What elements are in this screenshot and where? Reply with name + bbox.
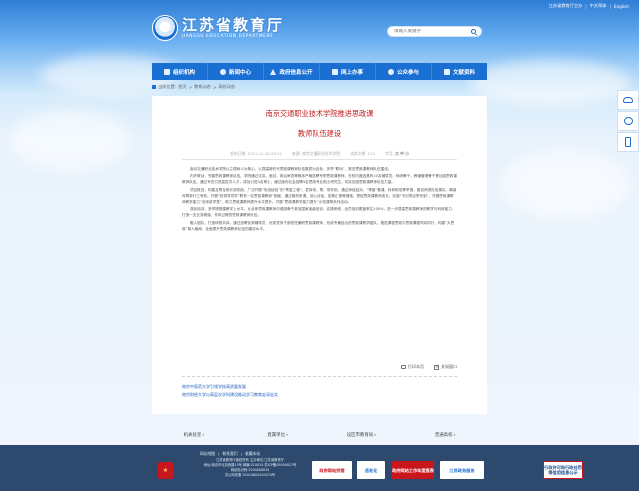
separator: | xyxy=(585,3,587,9)
service-icon xyxy=(331,68,338,75)
top-links: 江苏省教育厅主办 | 中文简体 | English xyxy=(549,3,629,9)
print-label: 打印本页 xyxy=(408,364,424,369)
related-link[interactable]: 南京财经大学以高层次学科建设推动学习教育走深走实 xyxy=(182,391,278,399)
footer-link-bar: 机关处室 直属单位 设区市教育局 普通高校 xyxy=(152,425,487,445)
paragraph: 融入团队，打造研修共体。通过选聘优秀辅导员、优秀党务干部担任兼职思政课教师，形成… xyxy=(182,220,455,231)
paragraph: 项目推进，构建互帮互助长效机制。广泛开展“传送经验”的“青蓝工程”，发挥传、帮、… xyxy=(182,187,457,205)
nav-item-service[interactable]: 网上办事 xyxy=(320,63,376,80)
side-mobile-button[interactable] xyxy=(617,132,639,152)
nav-label: 政府信息公开 xyxy=(279,69,313,76)
footer-dropdown-city-bureaus[interactable]: 设区市教育局 xyxy=(320,425,404,445)
badge-annual-report[interactable]: 政府网站工作年度报表 xyxy=(392,461,434,479)
gov-info-icon xyxy=(270,68,277,75)
news-icon xyxy=(219,68,226,75)
home-icon xyxy=(152,85,156,89)
printer-icon xyxy=(401,365,406,369)
separator: | xyxy=(609,3,611,9)
phone-icon xyxy=(625,137,631,147)
article-card: 南京交通职业技术学院推进思政课 教师队伍建设 发布日期: 2021-11-18 … xyxy=(152,96,487,414)
nav-label: 新闻中心 xyxy=(228,69,251,76)
footer-dropdown-universities[interactable]: 普通高校 xyxy=(403,425,487,445)
nav-item-public[interactable]: 公众参与 xyxy=(376,63,432,80)
nav-item-news[interactable]: 新闻中心 xyxy=(208,63,264,80)
breadcrumb-label: 当前位置: xyxy=(158,84,177,89)
sitemap-link[interactable]: 网站地图 xyxy=(200,451,215,457)
close-window-button[interactable]: 关闭窗口 xyxy=(434,364,457,370)
nav-label: 组织机构 xyxy=(172,69,195,76)
badge-jiangsu-service[interactable]: 江苏政务服务 xyxy=(440,461,484,479)
docs-icon xyxy=(443,68,450,75)
divider xyxy=(182,376,457,377)
close-icon xyxy=(434,364,439,370)
article-meta: 发布日期: 2021-11-18 09:21 来源: 南京交通职业技术学院 浏览… xyxy=(152,151,487,157)
site-footer: 网站地图 | 联系我们 | 收藏本站 江苏省教育厅版权所有 主办单位:江苏省教育厅 … xyxy=(0,445,639,491)
org-icon xyxy=(163,68,170,75)
search-input[interactable] xyxy=(394,29,464,34)
article-title-line1: 南京交通职业技术学院推进思政课 xyxy=(265,109,374,118)
nav-item-gov-info[interactable]: 政府信息公开 xyxy=(264,63,320,80)
paragraph: 强化培训，多举措搭建教学上水平。从全体思政课教师中遴选骨干参加国家省级培训，实践… xyxy=(182,207,456,218)
breadcrumb-section[interactable]: 教育动态 xyxy=(194,84,211,90)
badge-credit-info[interactable]: 行政许可和行政处罚等信用信息公示 xyxy=(543,461,583,479)
site-logo[interactable]: 江苏省教育厅 JIANGSU EDUCATION DEPARTMENT xyxy=(152,15,284,41)
lang-zh-link[interactable]: 中文简体 xyxy=(590,3,607,9)
meta-date: 发布日期: 2021-11-18 09:21 xyxy=(230,151,282,156)
meta-views: 浏览次数: 113 xyxy=(350,151,375,156)
bookmark-link[interactable]: 收藏本站 xyxy=(245,451,260,457)
logo-subtitle: JIANGSU EDUCATION DEPARTMENT xyxy=(182,34,274,39)
article-actions: 打印本页 关闭窗口 xyxy=(401,364,457,370)
meta-size-label: 字号: xyxy=(384,151,394,156)
search-icon[interactable] xyxy=(471,29,476,34)
chat-icon xyxy=(623,117,633,125)
paragraph: 内外联动，完善思政课教师队伍。学院通过试讲、面试、政治审查等程序严格选聘专职思政… xyxy=(182,174,457,185)
footer-dropdown-departments[interactable]: 机关处室 xyxy=(152,425,236,445)
host-link[interactable]: 江苏省教育厅主办 xyxy=(549,3,583,9)
nav-label: 文献资料 xyxy=(452,69,475,76)
badge-find-error[interactable]: 政府网站找错 xyxy=(312,461,352,479)
footer-dropdown-units[interactable]: 直属单位 xyxy=(236,425,320,445)
breadcrumb: 当前位置: 首页 > 教育动态 > 高校动态 xyxy=(152,84,235,90)
nav-item-org[interactable]: 组织机构 xyxy=(152,63,208,80)
nav-label: 网上办事 xyxy=(340,69,363,76)
breadcrumb-current[interactable]: 高校动态 xyxy=(218,84,235,90)
breadcrumb-home[interactable]: 首页 xyxy=(178,84,186,90)
print-button[interactable]: 打印本页 xyxy=(401,364,424,370)
footer-links: 网站地图 | 联系我们 | 收藏本站 xyxy=(200,451,261,457)
search-box xyxy=(387,26,482,37)
side-chat-button[interactable] xyxy=(617,111,639,131)
nav-item-docs[interactable]: 文献资料 xyxy=(432,63,487,80)
side-weather-button[interactable] xyxy=(617,90,639,110)
footer-info: 江苏省教育厅版权所有 主办单位:江苏省教育厅 地址:南京市北京西路15号 邮编:… xyxy=(180,458,320,478)
related-link[interactable]: 南京中医药大学引领学校高质量发展 xyxy=(182,383,278,391)
divider xyxy=(182,159,457,160)
paragraph: 南京交通职业技术学院以立德树人为核心，以提高新时代思政课教师队伍素质为目标，多举… xyxy=(190,167,392,171)
logo-title: 江苏省教育厅 xyxy=(182,16,285,34)
related-links: 南京中医药大学引领学校高质量发展 南京财经大学以高层次学科建设推动学习教育走深走… xyxy=(182,383,278,399)
main-nav: 组织机构 新闻中心 政府信息公开 网上办事 公众参与 文献资料 xyxy=(152,63,487,80)
font-size-switch[interactable]: 大 中 小 xyxy=(395,151,409,156)
nav-label: 公众参与 xyxy=(396,69,419,76)
party-gov-badge-icon[interactable]: ★ xyxy=(158,462,173,479)
footer-info-line: 苏公网安备 32010602010070号 xyxy=(224,473,276,477)
lang-en-link[interactable]: English xyxy=(614,4,629,9)
public-icon xyxy=(387,68,394,75)
meta-source: 来源: 南京交通职业技术学院 xyxy=(292,151,341,156)
close-label: 关闭窗口 xyxy=(441,364,457,369)
article-body: 南京交通职业技术学院以立德树人为核心，以提高新时代思政课教师队伍素质为目标，多举… xyxy=(182,166,457,233)
cloud-icon xyxy=(623,97,633,103)
contact-link[interactable]: 联系我们 xyxy=(222,451,237,457)
badge-elderly[interactable]: 适老化 xyxy=(357,461,385,479)
emblem-icon xyxy=(152,15,178,41)
article-title-line2: 教师队伍建设 xyxy=(297,129,342,138)
